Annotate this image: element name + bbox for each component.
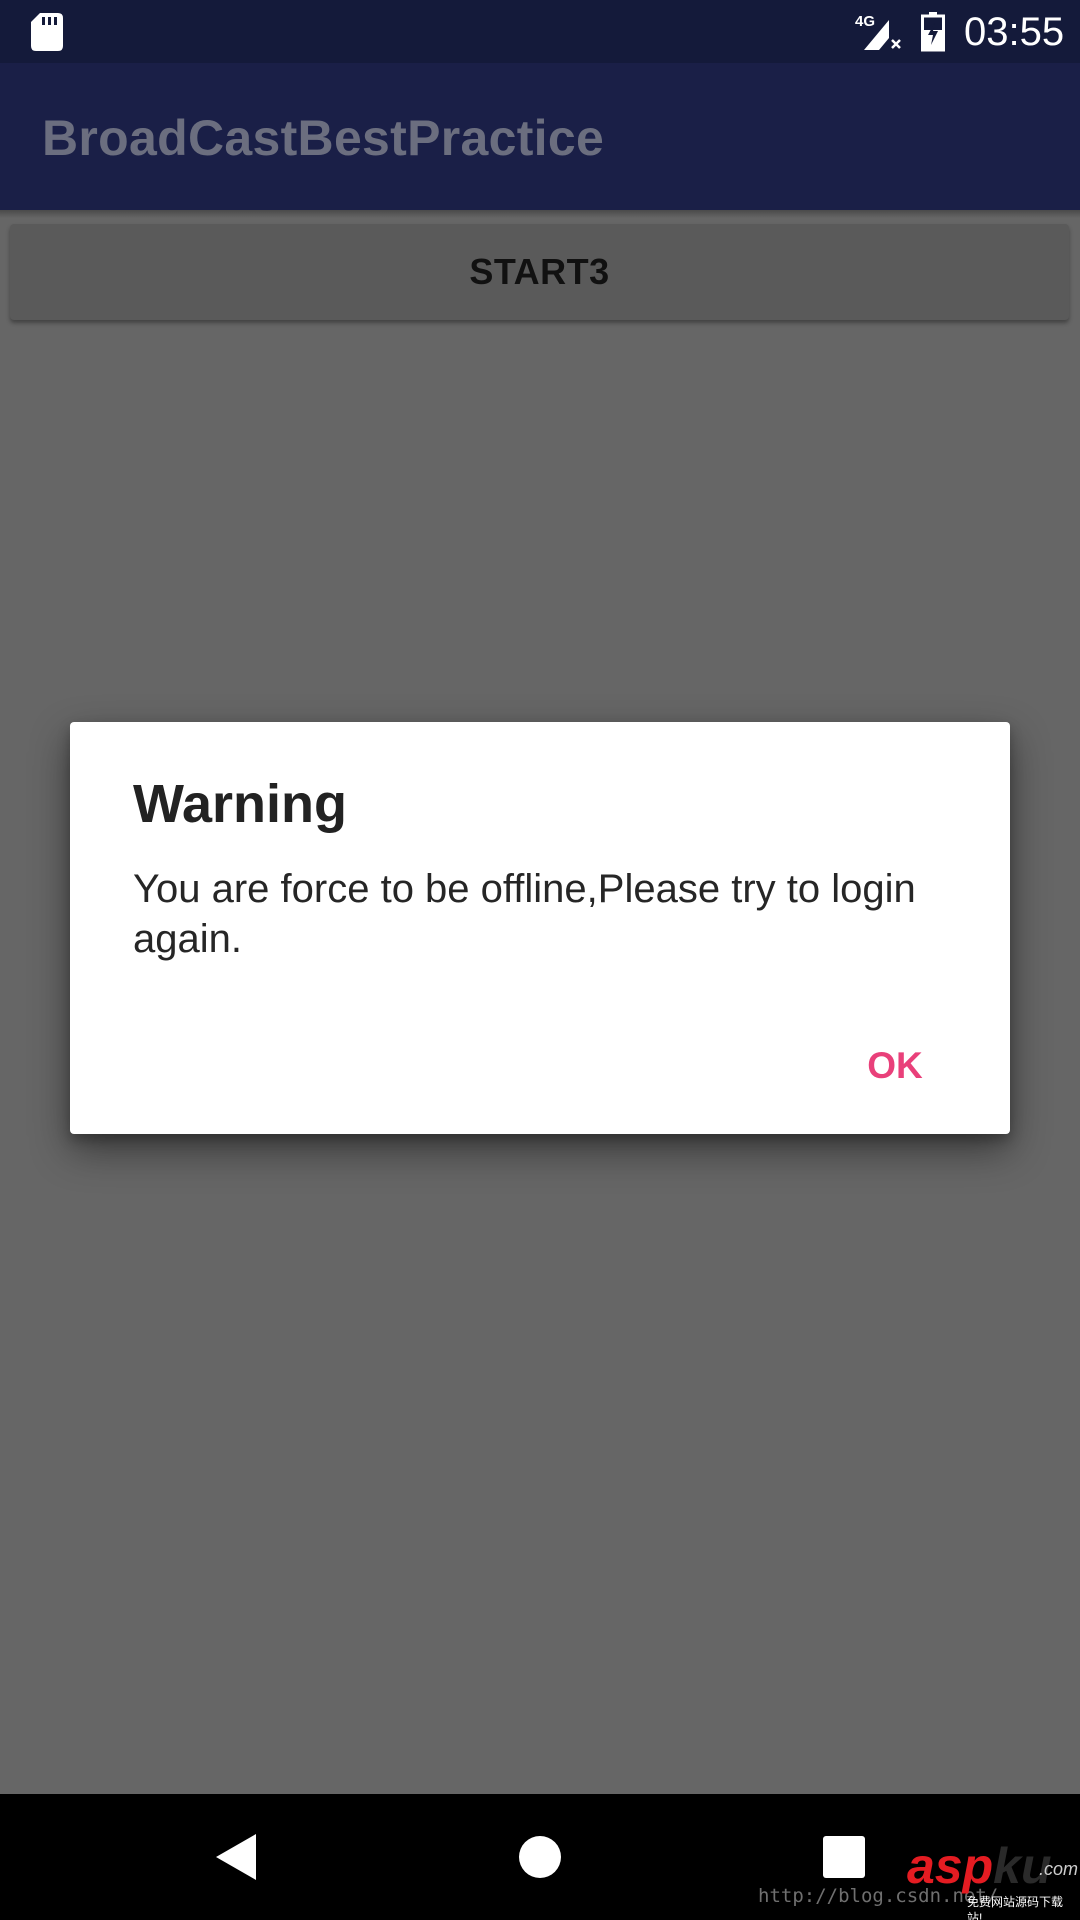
watermark-tld: .com bbox=[1039, 1859, 1079, 1879]
screen: 4G 03:55 BroadCastBestPractice START3 Wa… bbox=[0, 0, 1080, 1920]
dialog-message: You are force to be offline,Please try t… bbox=[133, 867, 916, 961]
recents-icon[interactable] bbox=[823, 1836, 865, 1878]
watermark-brand-a: asp bbox=[907, 1838, 994, 1894]
status-bar: 4G 03:55 bbox=[0, 0, 1080, 63]
app-bar-shadow bbox=[0, 210, 1080, 218]
sd-card-icon bbox=[31, 13, 63, 51]
watermark-brand: aspku bbox=[907, 1838, 1052, 1894]
watermark-slogan: 免费网站源码下载站! bbox=[967, 1895, 1064, 1920]
battery-charging-icon bbox=[921, 12, 945, 52]
start-button[interactable]: START3 bbox=[10, 224, 1069, 320]
status-clock: 03:55 bbox=[964, 10, 1065, 54]
alert-dialog: Warning You are force to be offline,Plea… bbox=[70, 722, 1010, 1134]
app-title: BroadCastBestPractice bbox=[42, 110, 605, 166]
dialog-title: Warning bbox=[133, 774, 347, 834]
home-icon[interactable] bbox=[519, 1836, 561, 1878]
dialog-ok-button[interactable]: OK bbox=[840, 1034, 950, 1098]
watermark-logo: aspku .com 免费网站源码下载站! bbox=[905, 1838, 1079, 1920]
back-icon[interactable] bbox=[216, 1834, 256, 1880]
app-bar: BroadCastBestPractice bbox=[0, 63, 1080, 210]
svg-text:4G: 4G bbox=[855, 13, 875, 30]
signal-no-sim-icon: 4G bbox=[855, 13, 901, 50]
